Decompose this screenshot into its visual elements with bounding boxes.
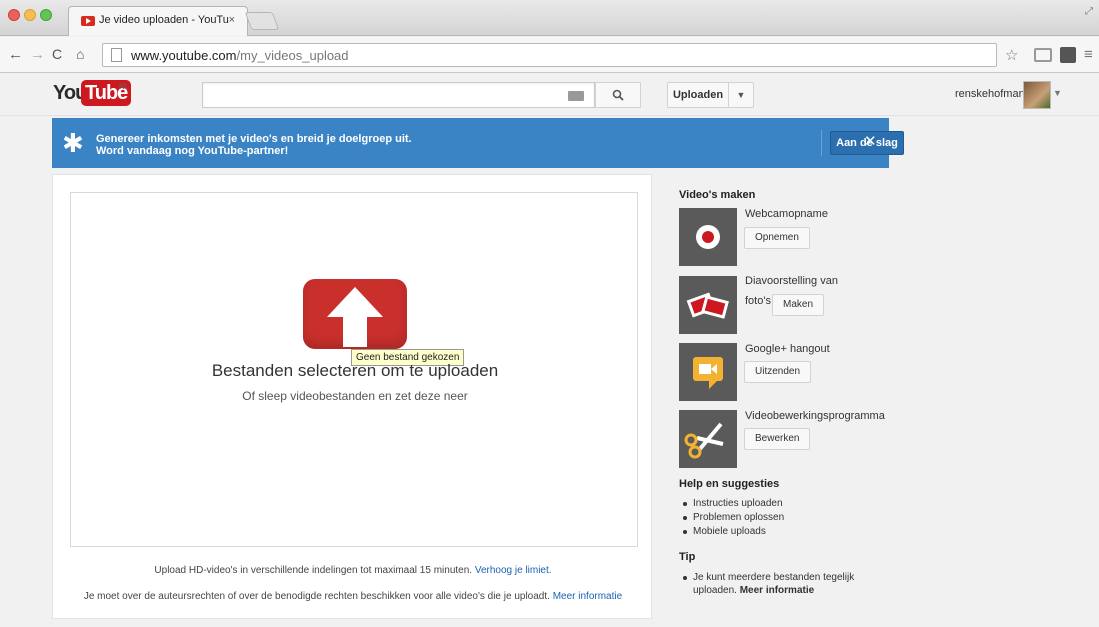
tip-heading: Tip <box>679 551 696 563</box>
url-text: www.youtube.com/my_videos_upload <box>131 48 349 63</box>
banner-line-1: Genereer inkomsten met je video's en bre… <box>96 133 412 145</box>
youtube-header: You Tube NL Uploaden ▼ renskehofman ▼ <box>0 74 1099 116</box>
tool-name-slideshow: Diavoorstelling van <box>745 275 838 287</box>
address-bar[interactable]: www.youtube.com/my_videos_upload <box>102 43 997 67</box>
chevron-down-icon[interactable]: ▼ <box>1053 88 1062 98</box>
forward-arrow-icon[interactable]: → <box>30 46 45 63</box>
region-label: NL <box>119 82 130 91</box>
search-input[interactable] <box>202 82 595 108</box>
help-heading: Help en suggesties <box>679 478 780 490</box>
help-link-troubleshooting[interactable]: Problemen oplossen <box>681 511 784 525</box>
new-tab-button[interactable] <box>244 12 280 30</box>
select-files-title[interactable]: Bestanden selecteren om te uploaden <box>71 361 639 381</box>
close-icon[interactable]: ✕ <box>864 132 877 150</box>
hangout-icon[interactable] <box>679 343 737 401</box>
youtube-favicon-icon <box>81 16 95 26</box>
search-icon <box>612 89 624 101</box>
browser-toolbar: ← → C ⌂ www.youtube.com/my_videos_upload… <box>0 37 1099 73</box>
avatar[interactable] <box>1023 81 1051 109</box>
window-minimize-button[interactable] <box>24 9 36 21</box>
page-icon <box>111 48 122 62</box>
browser-titlebar: Je video uploaden - YouTu × ⤢ <box>0 0 1099 36</box>
home-icon[interactable]: ⌂ <box>76 46 84 62</box>
upload-dropdown-button[interactable]: ▼ <box>728 82 754 108</box>
rights-info: Je moet over de auteursrechten of over d… <box>83 591 623 602</box>
edit-button[interactable]: Bewerken <box>744 428 811 450</box>
help-link-instructions[interactable]: Instructies uploaden <box>681 497 784 511</box>
record-icon[interactable] <box>679 208 737 266</box>
partner-banner: ✱ Genereer inkomsten met je video's en b… <box>52 118 904 168</box>
tool-name-webcam: Webcamopname <box>745 208 828 220</box>
tool-name-hangout: Google+ hangout <box>745 343 830 355</box>
upload-button[interactable]: Uploaden <box>667 82 729 108</box>
broadcast-button[interactable]: Uitzenden <box>744 361 812 383</box>
drag-drop-hint: Of sleep videobestanden en zet deze neer <box>242 389 468 403</box>
hd-info: Upload HD-video's in verschillende indel… <box>154 565 552 576</box>
tip-more-info-link[interactable]: Meer informatie <box>740 585 814 596</box>
increase-limit-link[interactable]: Verhoog je limiet. <box>475 565 552 576</box>
bookmark-star-icon[interactable]: ☆ <box>1005 46 1018 64</box>
search-button[interactable] <box>595 82 641 108</box>
banner-line-2: Word vandaag nog YouTube-partner! <box>96 145 289 157</box>
upload-dropzone[interactable]: Geen bestand gekozen Bestanden selectere… <box>70 192 638 547</box>
reload-icon[interactable]: C <box>52 46 62 62</box>
window-close-button[interactable] <box>8 9 20 21</box>
asterisk-icon: ✱ <box>62 128 84 158</box>
upload-arrow-icon[interactable] <box>303 279 407 349</box>
make-videos-heading: Video's maken <box>679 189 756 201</box>
tip-text: Je kunt meerdere bestanden tegelijk uplo… <box>681 571 891 597</box>
extension-icon[interactable] <box>1060 47 1076 63</box>
tool-name-editor: Videobewerkingsprogramma <box>745 410 885 422</box>
username[interactable]: renskehofman <box>955 88 1025 100</box>
make-button[interactable]: Maken <box>772 294 825 316</box>
tab-close-icon[interactable]: × <box>229 14 235 26</box>
banner-divider <box>821 130 822 156</box>
banner-text: Genereer inkomsten met je video's en bre… <box>96 133 412 157</box>
gmail-extension-icon[interactable] <box>1034 48 1052 62</box>
more-info-link[interactable]: Meer informatie <box>553 591 622 602</box>
photos-icon[interactable] <box>679 276 737 334</box>
scissors-icon[interactable] <box>679 410 737 468</box>
tool-name-slideshow-2: foto's <box>745 295 771 307</box>
help-list: Instructies uploaden Problemen oplossen … <box>681 497 784 539</box>
back-arrow-icon[interactable]: ← <box>8 46 23 63</box>
menu-icon[interactable]: ≡ <box>1084 46 1093 63</box>
tab-title: Je video uploaden - YouTu <box>99 14 229 26</box>
browser-tab-active[interactable]: Je video uploaden - YouTu × <box>68 6 248 36</box>
help-link-mobile[interactable]: Mobiele uploads <box>681 525 784 539</box>
window-maximize-button[interactable] <box>40 9 52 21</box>
fullscreen-icon[interactable]: ⤢ <box>1085 6 1093 17</box>
upload-card: Geen bestand gekozen Bestanden selectere… <box>52 174 652 619</box>
record-button[interactable]: Opnemen <box>744 227 810 249</box>
keyboard-icon[interactable] <box>568 91 584 101</box>
